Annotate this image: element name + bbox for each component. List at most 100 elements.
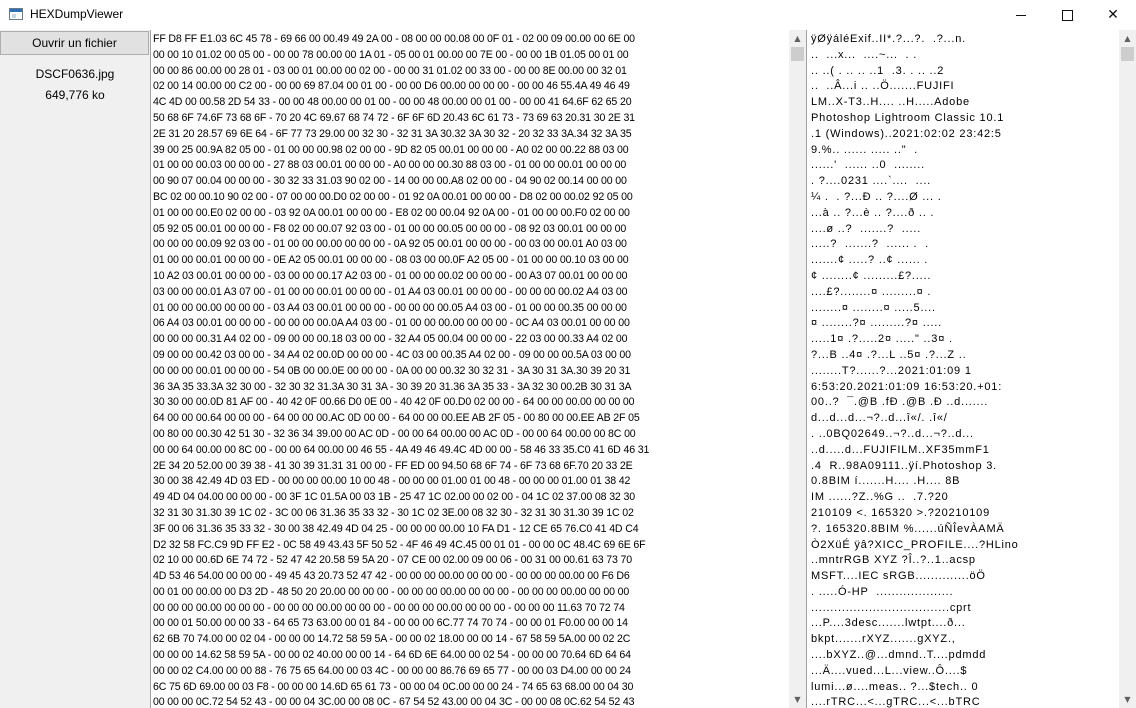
hex-line: 2E 31 20 28.57 69 6E 64 - 6F 77 73 29.00… [153,127,632,140]
hex-line: 01 00 00 00.00 00 00 00 - 03 A4 03 00.01… [153,301,627,314]
file-name-label: DSCF0636.jpg [35,67,115,81]
ascii-line: ........T?......?...2021:01:09 1 [811,364,972,377]
hex-line: 30 00 38 42.49 4D 03 ED - 00 00 00 00.00… [153,475,631,488]
window-title: HEXDumpViewer [30,7,124,21]
hex-view-pane[interactable]: FF D8 FF E1.03 6C 45 78 - 69 66 00 00.49… [150,30,806,708]
ascii-line: lumi...ø....meas.. ?...$tech.. 0 [811,680,979,693]
ascii-scrollbar[interactable]: ▲ ▼ [1119,30,1136,708]
ascii-line: MSFT....IEC sRGB..............öÖ [811,570,986,583]
ascii-line: .......¢ .....? ..¢ ...... . [811,254,929,267]
hex-line: 05 92 05 00.01 00 00 00 - F8 02 00 00.07… [153,222,627,235]
hex-line: 10 A2 03 00.01 00 00 00 - 03 00 00 00.17… [153,269,628,282]
hex-line: 36 3A 35 33.3A 32 30 00 - 32 30 32 31.3A… [153,380,632,393]
close-icon: ✕ [1107,7,1119,23]
hex-line: 00 00 01 50.00 00 00 33 - 64 65 73 63.00… [153,617,628,630]
ascii-line: ÿØÿáléExif..II*.?...?. .?...n. [811,33,967,45]
scrollbar-thumb[interactable] [1121,47,1134,61]
ascii-line: ....bXYZ..@...dmnd..T....pdmdd [811,649,987,662]
hex-line: 2E 34 20 52.00 00 39 38 - 41 30 39 31.31… [153,459,633,472]
hex-line: 39 00 25 00.9A 82 05 00 - 01 00 00 00.98… [153,143,629,156]
ascii-line: ?. 165320.8BIM %......úÑÎevÀAMÄ [811,522,1005,535]
hex-line: 00 00 86 00.00 00 28 01 - 03 00 01 00.00… [153,64,627,77]
hex-line: 00 00 64 00.00 00 8C 00 - 00 00 64 00.00… [153,443,650,456]
ascii-line: . ?....0231 ....`.... .... [811,175,932,188]
ascii-line: ....ø ..? .......? ..... [811,222,922,235]
scroll-down-arrow-icon[interactable]: ▼ [1119,691,1136,708]
hex-line: FF D8 FF E1.03 6C 45 78 - 69 66 00 00.49… [153,33,635,45]
hex-line: 4D 53 46 54.00 00 00 00 - 49 45 43 20.73… [153,570,630,583]
hex-scrollbar[interactable]: ▲ ▼ [789,30,806,708]
ascii-line: 0.8BIM í.......H.... .H.... 8B [811,475,961,488]
ascii-line: bkpt.......rXYZ.......gXYZ., [811,633,956,646]
scroll-down-arrow-icon[interactable]: ▼ [789,691,806,708]
hex-line: 06 A4 03 00.01 00 00 00 - 00 00 00 00.0A… [153,317,630,330]
hex-line: 3F 00 06 31.36 35 33 32 - 30 00 38 42.49… [153,522,639,535]
ascii-line: .4 R..98A09111..ÿí.Photoshop 3. [811,459,998,472]
ascii-line: .. ..Â...i .. ..Ö.......FUJIFI [811,80,955,93]
hex-line: 64 00 00 00.64 00 00 00 - 64 00 00 00.AC… [153,412,640,425]
ascii-line: ...à .. ?...è .. ?....ð .. . [811,206,935,219]
ascii-line: 6:53:20.2021:01:09 16:53:20.+01: [811,380,1003,393]
scroll-up-arrow-icon[interactable]: ▲ [1119,30,1136,47]
ascii-line: Photoshop Lightroom Classic 10.1 [811,111,1005,124]
hex-line: 00 00 00 14.62 58 59 5A - 00 00 02 40.00… [153,649,631,662]
title-bar: HEXDumpViewer ✕ [0,0,1136,30]
hex-line: 00 00 00 0C.72 54 52 43 - 00 00 04 3C.00… [153,696,635,708]
ascii-line: ¤ ........?¤ .........?¤ ..... [811,317,942,330]
hex-line: D2 32 58 FC.C9 9D FF E2 - 0C 58 49 43.43… [153,538,646,551]
close-button[interactable]: ✕ [1090,0,1136,30]
hex-line: 00 00 10 01.02 00 05 00 - 00 00 78 00.00… [153,48,629,61]
ascii-line: .1 (Windows)..2021:02:02 23:42:5 [811,127,1002,140]
hex-line: 49 4D 04 04.00 00 00 00 - 00 3F 1C 01.5A… [153,491,635,504]
hex-line: 01 00 00 00.01 00 00 00 - 0E A2 05 00.01… [153,254,629,267]
hex-line: 00 80 00 00.30 42 51 30 - 32 36 34 39.00… [153,427,636,440]
hex-line: 32 31 30 31.30 39 1C 02 - 3C 00 06 31.36… [153,506,634,519]
left-panel: Ouvrir un fichier DSCF0636.jpg 649,776 k… [0,30,150,708]
hex-line: 6C 75 6D 69.00 00 03 F8 - 00 00 00 14.6D… [153,680,634,693]
ascii-view-pane[interactable]: ÿØÿáléExif..II*.?...?. .?...n. .. ...x...… [806,30,1136,708]
hex-line: 30 30 00 00.0D 81 AF 00 - 40 42 0F 00.66… [153,396,635,409]
hex-line: 00 01 00 00.00 00 D3 2D - 48 50 20 20.00… [153,585,630,598]
minimize-button[interactable] [998,0,1044,30]
ascii-line: ......' ...... ..0 ........ [811,159,925,172]
ascii-line: ¢ ........¢ .........£?..... [811,269,932,282]
ascii-line: 9.%.. ...... ..... .." . [811,143,919,156]
hex-line: 00 00 02 C4.00 00 00 88 - 76 75 65 64.00… [153,664,631,677]
minimize-icon [1016,14,1026,16]
ascii-line: .. ..( . .. .. ..1 .3. . .. ..2 [811,64,945,77]
hex-line: 50 68 6F 74.6F 73 68 6F - 70 20 4C 69.67… [153,111,635,124]
ascii-line: ..d.....d...FUJIFILM..XF35mmF1 [811,443,990,456]
ascii-line: d...d...d...¬?..d...î«/. .î«/ [811,412,948,425]
ascii-line: ....................................cprt [811,601,972,614]
hex-line: 00 90 07 00.04 00 00 00 - 30 32 33 31.03… [153,175,627,188]
ascii-dump-text[interactable]: ÿØÿáléExif..II*.?...?. .?...n. .. ...x...… [811,32,1117,708]
ascii-line: ...P....3desc.......lwtpt....ð... [811,617,966,630]
hex-line: 09 00 00 00.42 03 00 00 - 34 A4 02 00.0D… [153,348,631,361]
file-size-label: 649,776 ko [45,88,105,102]
ascii-line: .....1¤ .?.....2¤ ....." ..3¤ . [811,333,953,346]
scroll-up-arrow-icon[interactable]: ▲ [789,30,806,47]
ascii-line: Ò2XüÉ ÿâ?XICC_PROFILE....?HLino [811,538,1019,551]
ascii-line: ........¤ ........¤ .....5.... [811,301,936,314]
hex-line: 62 6B 70 74.00 00 02 04 - 00 00 00 14.72… [153,633,631,646]
hex-line: 00 00 00 00.09 92 03 00 - 01 00 00 00.00… [153,238,627,251]
ascii-line: ..mntrRGB XYZ ?Î..?..1..acsp [811,554,976,567]
hex-line: 00 00 00 00.01 00 00 00 - 54 0B 00 00.0E… [153,364,631,377]
open-file-button[interactable]: Ouvrir un fichier [0,31,149,55]
ascii-line: . ..0BQ02649..¬?..d...¬?..d... [811,427,974,440]
ascii-line: ...Ä....vued...L...view..Ô....$ [811,664,968,677]
hex-line: 03 00 00 00.01 A3 07 00 - 01 00 00 00.01… [153,285,628,298]
ascii-line: .....? .......? ...... . . [811,238,929,251]
ascii-line: ....rTRC...<...gTRC...<...bTRC [811,696,981,708]
maximize-button[interactable] [1044,0,1090,30]
ascii-line: 210109 <. 165320 >.?20210109 [811,506,990,519]
hex-line: 00 00 00 00.00 00 00 00 - 00 00 00 00.00… [153,601,625,614]
hex-line: 01 00 00 00.E0 02 00 00 - 03 92 0A 00.01… [153,206,630,219]
hex-line: 01 00 00 00.03 00 00 00 - 27 88 03 00.01… [153,159,627,172]
scrollbar-thumb[interactable] [791,47,804,61]
hex-line: 02 00 14 00.00 00 C2 00 - 00 00 69 87.04… [153,80,630,93]
ascii-line: LM..X-T3..H.... ..H.....Adobe [811,96,970,109]
ascii-line: ?...B ..4¤ .?...L ..5¤ .?...Z .. [811,348,967,361]
hex-line: 02 10 00 00.6D 6E 74 72 - 52 47 42 20.58… [153,554,633,567]
hex-dump-text[interactable]: FF D8 FF E1.03 6C 45 78 - 69 66 00 00.49… [153,32,785,708]
